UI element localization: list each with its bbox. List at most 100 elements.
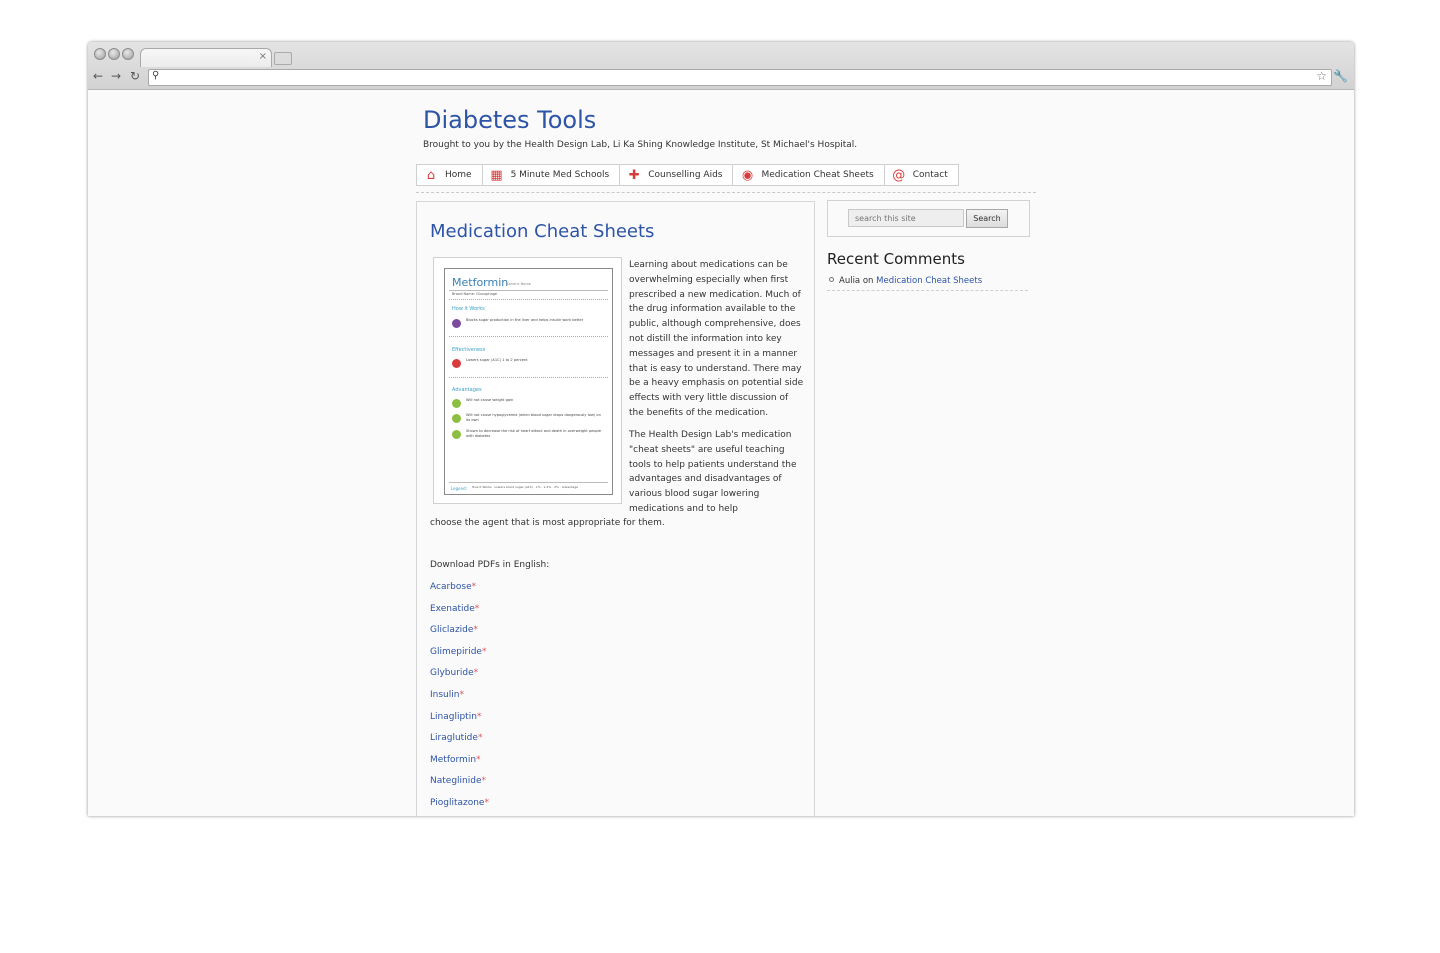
sheet-divider: [449, 377, 608, 378]
main-menu: ⌂ Home ▦ 5 Minute Med Schools ✚ Counsell…: [416, 164, 959, 186]
asterisk: *: [474, 603, 480, 614]
effect-dot-icon: [452, 359, 461, 368]
check-icon: [452, 430, 461, 439]
search-button[interactable]: Search: [966, 209, 1008, 228]
menu-item-medication-cheat-sheets[interactable]: ◉ Medication Cheat Sheets: [732, 164, 884, 186]
pdf-link-nateglinide[interactable]: Nateglinide: [430, 776, 481, 786]
search-input[interactable]: [848, 209, 964, 227]
sheet-line: Lowers sugar (A1C) 1 to 2 percent: [466, 358, 528, 362]
house-icon: ⌂: [426, 167, 436, 183]
sheet-line: Will not cause hypoglycemia (when blood …: [466, 413, 601, 422]
list-item: Gliclazide*: [430, 625, 489, 647]
asterisk: *: [476, 711, 482, 722]
intro-paragraph: Learning about medications can be overwh…: [629, 260, 804, 418]
info-dot-icon: [452, 319, 461, 328]
asterisk: *: [459, 689, 464, 700]
sheet-divider: [449, 290, 608, 291]
pdf-link-metformin[interactable]: Metformin: [430, 755, 476, 765]
sheet-line: Will not cause weight gain: [466, 398, 514, 402]
sidebar-search-box: Search: [827, 200, 1030, 237]
pdf-link-list: Acarbose* Exenatide* Gliclazide* Glimepi…: [430, 582, 489, 816]
bullet-icon: [829, 277, 834, 282]
comment-author: Aulia: [839, 276, 861, 286]
pdf-link-pioglitazone[interactable]: Pioglitazone: [430, 798, 484, 808]
download-label: Download PDFs in English:: [430, 560, 550, 570]
sheet-section: Advantages: [452, 387, 482, 393]
wrench-icon[interactable]: 🔧: [1333, 69, 1348, 83]
menu-divider: [416, 192, 1036, 193]
at-sign-icon: @: [892, 167, 906, 183]
browser-toolbar: × ← → ↻ ⚲ ☆ 🔧: [88, 42, 1354, 90]
pdf-link-liraglutide[interactable]: Liraglutide: [430, 733, 478, 743]
clipboard-icon: ▦: [490, 167, 503, 183]
minimize-window-dot[interactable]: [108, 48, 120, 60]
list-item: Nateglinide*: [430, 776, 489, 798]
medical-cross-icon: ✚: [628, 167, 640, 183]
browser-tab[interactable]: ×: [140, 48, 272, 67]
description-paragraph-continued: choose the agent that is most appropriat…: [430, 518, 665, 528]
sheet-legend-items: How it Works · Lowers blood sugar (A1C) …: [472, 485, 578, 489]
pdf-link-glimepiride[interactable]: Glimepiride: [430, 647, 482, 657]
list-item: Glyburide*: [430, 668, 489, 690]
new-tab-button[interactable]: [274, 52, 292, 65]
asterisk: *: [481, 776, 486, 787]
forward-arrow-icon[interactable]: →: [111, 70, 121, 82]
list-item: Pioglitazone*: [430, 798, 489, 816]
cheat-sheet-preview: Metformin Generic Name Brand Name: Gluco…: [444, 268, 613, 495]
comment-on: on: [862, 276, 874, 286]
asterisk: *: [473, 668, 479, 679]
sheet-legend-label: Legend:: [451, 486, 468, 491]
list-item: Linagliptin*: [430, 712, 489, 734]
recent-comments-title: Recent Comments: [827, 250, 965, 268]
maximize-window-dot[interactable]: [122, 48, 134, 60]
site-title[interactable]: Diabetes Tools: [423, 106, 596, 134]
asterisk: *: [484, 797, 489, 808]
pdf-link-acarbose[interactable]: Acarbose: [430, 582, 472, 592]
sheet-section: How it Works: [452, 306, 485, 312]
description-paragraph: The Health Design Lab's medication "chea…: [629, 430, 797, 514]
sheet-line: Shown to decrease the risk of heart atta…: [466, 429, 602, 438]
tab-close-icon[interactable]: ×: [259, 50, 267, 64]
comment-post-link[interactable]: Medication Cheat Sheets: [876, 276, 982, 286]
star-icon[interactable]: ☆: [1316, 69, 1327, 83]
reload-icon[interactable]: ↻: [130, 70, 140, 82]
menu-item-label: Medication Cheat Sheets: [761, 170, 874, 180]
menu-item-label: 5 Minute Med Schools: [510, 170, 610, 180]
address-bar[interactable]: ⚲ ☆: [148, 69, 1332, 86]
pill-icon: ◉: [741, 167, 754, 183]
pdf-link-linagliptin[interactable]: Linagliptin: [430, 712, 477, 722]
list-item: Liraglutide*: [430, 733, 489, 755]
pdf-link-gliclazide[interactable]: Gliclazide: [430, 625, 473, 635]
search-icon: ⚲: [152, 70, 160, 81]
pdf-link-glyburide[interactable]: Glyburide: [430, 668, 474, 678]
menu-item-5-minute-med-schools[interactable]: ▦ 5 Minute Med Schools: [481, 164, 620, 186]
menu-item-label: Counselling Aids: [648, 170, 723, 180]
sheet-line: Blocks sugar production in the liver and…: [466, 318, 584, 322]
sheet-title: Metformin: [452, 276, 509, 289]
main-content: Medication Cheat Sheets Metformin Generi…: [416, 201, 815, 816]
menu-item-counselling-aids[interactable]: ✚ Counselling Aids: [619, 164, 733, 186]
menu-item-label: Home: [445, 170, 472, 180]
close-window-dot[interactable]: [94, 48, 106, 60]
menu-item-contact[interactable]: @ Contact: [883, 164, 959, 186]
sheet-divider: [449, 299, 608, 300]
cheat-sheet-image[interactable]: Metformin Generic Name Brand Name: Gluco…: [433, 257, 622, 504]
pdf-link-exenatide[interactable]: Exenatide: [430, 604, 475, 614]
check-icon: [452, 399, 461, 408]
menu-item-home[interactable]: ⌂ Home: [416, 164, 482, 186]
asterisk: *: [471, 582, 477, 592]
list-item: Glimepiride*: [430, 647, 489, 669]
site-description: Brought to you by the Health Design Lab,…: [423, 140, 858, 150]
list-item: Acarbose*: [430, 582, 489, 604]
browser-window: × ← → ↻ ⚲ ☆ 🔧 Diabetes Tools Brought to …: [88, 42, 1354, 816]
recent-comment-item: Aulia on Medication Cheat Sheets: [827, 276, 1028, 291]
page-viewport: Diabetes Tools Brought to you by the Hea…: [88, 90, 1354, 816]
back-arrow-icon[interactable]: ←: [93, 70, 103, 82]
page-title: Medication Cheat Sheets: [430, 221, 655, 242]
sheet-divider: [449, 336, 608, 337]
pdf-link-insulin[interactable]: Insulin: [430, 690, 459, 700]
sheet-generic: Generic Name: [506, 282, 532, 286]
check-icon: [452, 414, 461, 423]
menu-item-label: Contact: [912, 170, 948, 180]
list-item: Metformin*: [430, 755, 489, 777]
